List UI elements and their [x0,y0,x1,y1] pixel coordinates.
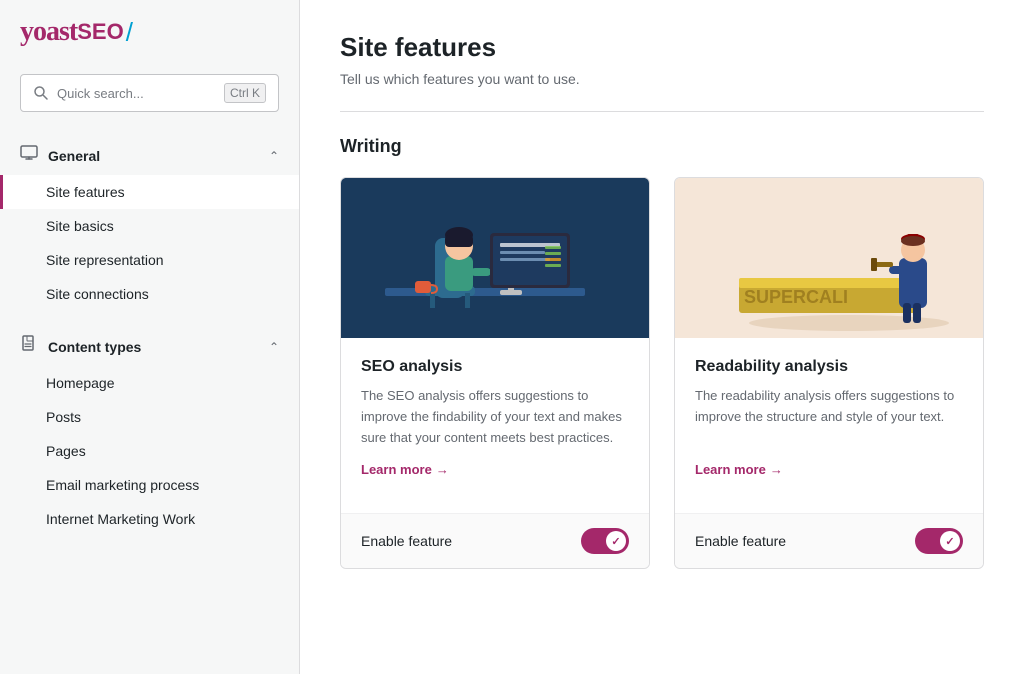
content-types-section-title: Content types [48,339,141,355]
readability-toggle-check-icon: ✓ [945,535,954,548]
seo-card-image [341,178,649,338]
seo-learn-more-link[interactable]: Learn more → [361,462,629,477]
logo-yoast: yoast [20,16,77,48]
seo-enable-toggle[interactable]: ✓ [581,528,629,554]
nav-item-site-features[interactable]: Site features [0,175,299,209]
nav-item-site-connections[interactable]: Site connections [0,277,299,311]
logo-slash: / [126,17,133,48]
readability-card-description: The readability analysis offers suggesti… [695,386,963,448]
nav-item-site-basics[interactable]: Site basics [0,209,299,243]
general-section-title: General [48,148,100,164]
svg-text:SUPERCALI: SUPERCALI [744,287,848,307]
seo-learn-more-text: Learn more [361,462,432,477]
readability-card-body: Readability analysis The readability ana… [675,338,983,513]
sidebar: yoast SEO / Quick search... Ctrl K Gener… [0,0,300,674]
main-content: Site features Tell us which features you… [300,0,1024,674]
search-shortcut: Ctrl K [224,83,266,103]
readability-learn-more-arrow: → [770,462,783,477]
readability-card-title: Readability analysis [695,358,963,376]
nav-section-general: General ⌃ Site features Site basics Site… [0,128,299,319]
nav-section-content-types: Content types ⌃ Homepage Posts Pages Ema… [0,319,299,544]
seo-toggle-knob: ✓ [606,531,626,551]
section-divider [340,111,984,112]
readability-illustration: SUPERCALI [675,178,983,338]
search-icon [33,85,49,101]
page-subtitle: Tell us which features you want to use. [340,71,984,87]
seo-illustration [341,178,649,338]
logo-area: yoast SEO / [0,0,299,64]
readability-analysis-card: SUPERCALI [674,177,984,569]
cards-grid: SEO analysis The SEO analysis offers sug… [340,177,984,569]
seo-enable-label: Enable feature [361,533,452,549]
readability-learn-more-text: Learn more [695,462,766,477]
nav-section-content-types-header[interactable]: Content types ⌃ [0,327,299,366]
nav-item-pages[interactable]: Pages [0,434,299,468]
nav-item-email-marketing[interactable]: Email marketing process [0,468,299,502]
logo-seo: SEO [77,19,123,45]
nav-section-content-title-row: Content types [20,335,141,358]
content-types-chevron-icon: ⌃ [269,340,279,354]
seo-learn-more-arrow: → [436,462,449,477]
nav-item-homepage[interactable]: Homepage [0,366,299,400]
nav-item-internet-marketing[interactable]: Internet Marketing Work [0,502,299,536]
readability-toggle-knob: ✓ [940,531,960,551]
seo-analysis-card: SEO analysis The SEO analysis offers sug… [340,177,650,569]
nav-section-title-row: General [20,144,100,167]
nav-item-posts[interactable]: Posts [0,400,299,434]
nav-section-general-header[interactable]: General ⌃ [0,136,299,175]
seo-card-title: SEO analysis [361,358,629,376]
readability-enable-label: Enable feature [695,533,786,549]
nav-item-site-representation[interactable]: Site representation [0,243,299,277]
monitor-icon [20,144,38,167]
seo-card-description: The SEO analysis offers suggestions to i… [361,386,629,448]
seo-card-body: SEO analysis The SEO analysis offers sug… [341,338,649,513]
writing-section-heading: Writing [340,136,984,157]
readability-learn-more-link[interactable]: Learn more → [695,462,963,477]
search-placeholder-text: Quick search... [57,86,216,101]
general-chevron-icon: ⌃ [269,149,279,163]
readability-card-footer: Enable feature ✓ [675,513,983,568]
readability-enable-toggle[interactable]: ✓ [915,528,963,554]
page-title: Site features [340,32,984,63]
seo-toggle-check-icon: ✓ [611,535,620,548]
document-icon [20,335,38,358]
seo-card-footer: Enable feature ✓ [341,513,649,568]
search-box[interactable]: Quick search... Ctrl K [20,74,279,112]
readability-card-image: SUPERCALI [675,178,983,338]
